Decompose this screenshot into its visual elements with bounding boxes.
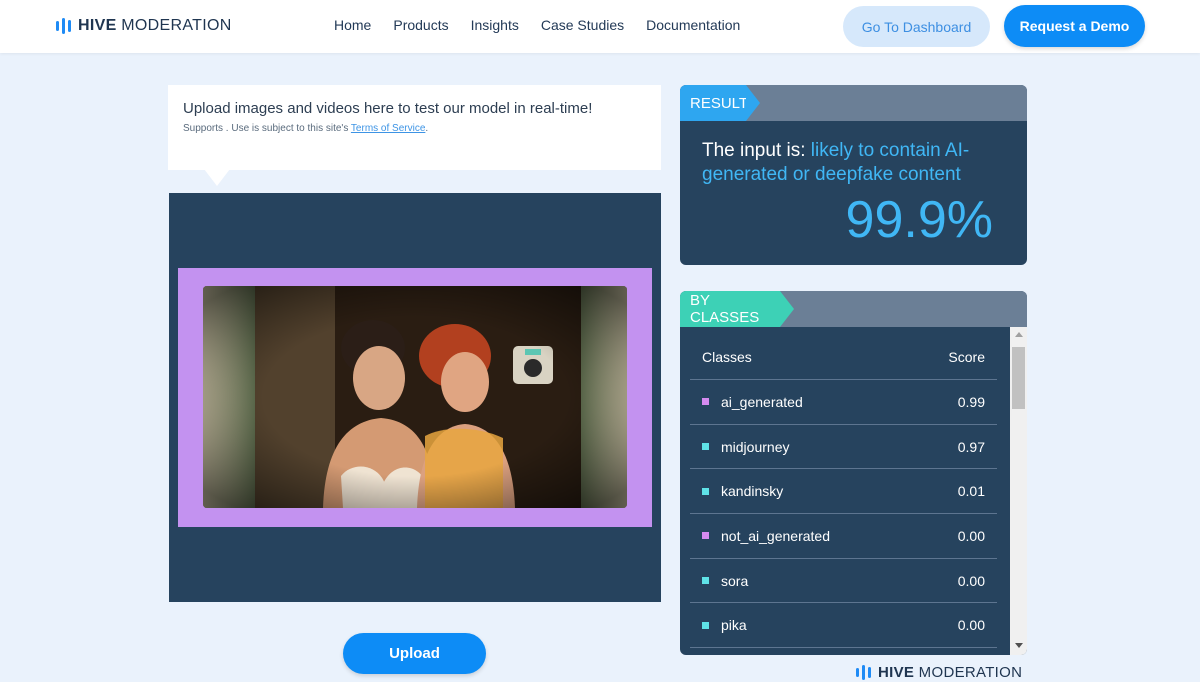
classes-scrollbar[interactable]: [1010, 327, 1027, 655]
col-score: Score: [948, 349, 985, 365]
class-color-swatch: [702, 398, 709, 406]
class-name: kandinsky: [702, 483, 783, 499]
go-to-dashboard-button[interactable]: Go To Dashboard: [843, 6, 990, 47]
table-row: pika 0.00: [690, 603, 997, 649]
result-tag: RESULT: [680, 85, 760, 121]
scroll-thumb[interactable]: [1012, 347, 1025, 409]
class-score: 0.99: [957, 393, 985, 410]
request-demo-button[interactable]: Request a Demo: [1004, 5, 1145, 47]
classes-table: Classes Score ai_generated 0.99 midjourney…: [690, 335, 997, 649]
photo-illustration: [203, 286, 627, 508]
class-score: 0.01: [957, 483, 985, 500]
class-label: kandinsky: [721, 483, 784, 500]
hive-logo[interactable]: HIVE MODERATION: [56, 16, 232, 36]
table-row: kandinsky 0.01: [690, 469, 997, 515]
scroll-up-icon[interactable]: [1015, 332, 1023, 337]
nav-case-studies[interactable]: Case Studies: [541, 17, 624, 33]
class-score: 0.00: [957, 572, 985, 589]
class-label: sora: [721, 572, 749, 589]
top-navbar: HIVE MODERATION Home Products Insights C…: [0, 0, 1200, 53]
class-color-swatch: [702, 621, 709, 629]
class-name: pika: [702, 617, 747, 633]
class-label: ai_generated: [721, 393, 803, 410]
class-name: sora: [702, 573, 748, 589]
col-classes: Classes: [702, 349, 752, 365]
class-label: midjourney: [721, 438, 790, 455]
uploaded-photo: [203, 286, 627, 508]
footer-logo: HIVE MODERATION: [856, 663, 1022, 681]
nav-products[interactable]: Products: [393, 17, 448, 33]
class-color-swatch: [702, 487, 709, 495]
upload-info-box: Upload images and videos here to test ou…: [168, 85, 661, 170]
image-preview-panel: [169, 193, 661, 602]
classes-tag: BY CLASSES: [680, 291, 794, 327]
hive-logo-icon: [856, 664, 871, 680]
class-name: ai_generated: [702, 394, 803, 410]
table-row: midjourney 0.97: [690, 425, 997, 470]
table-row: sora 0.00: [690, 559, 997, 604]
nav-insights[interactable]: Insights: [471, 17, 519, 33]
result-score: 99.9%: [845, 191, 993, 249]
classes-panel-header: BY CLASSES: [680, 291, 1027, 327]
result-panel-header: RESULT: [680, 85, 1027, 121]
detection-frame: [178, 268, 652, 527]
logo-text: HIVE MODERATION: [78, 17, 232, 34]
table-row: ai_generated 0.99: [690, 380, 997, 425]
upload-supports-text: Supports . Use is subject to this site's…: [183, 123, 429, 134]
class-score: 0.00: [957, 617, 985, 634]
hive-logo-icon: [56, 18, 71, 34]
class-label: pika: [721, 617, 747, 634]
class-name: not_ai_generated: [702, 528, 830, 544]
main-nav: Home Products Insights Case Studies Docu…: [334, 17, 740, 33]
nav-home[interactable]: Home: [334, 17, 371, 33]
class-color-swatch: [702, 577, 709, 585]
class-score: 0.97: [957, 438, 985, 455]
upload-button[interactable]: Upload: [343, 633, 486, 674]
classes-panel: BY CLASSES Classes Score ai_generated 0.9…: [680, 291, 1027, 655]
class-label: not_ai_generated: [721, 527, 830, 544]
class-color-swatch: [702, 532, 709, 540]
table-row: not_ai_generated 0.00: [690, 514, 997, 559]
footer-logo-text: HIVE MODERATION: [878, 663, 1023, 681]
info-box-pointer: [204, 169, 230, 186]
class-name: midjourney: [702, 439, 789, 455]
nav-documentation[interactable]: Documentation: [646, 17, 740, 33]
result-text: The input is: likely to contain AI-gener…: [702, 140, 970, 185]
upload-title: Upload images and videos here to test ou…: [183, 100, 593, 117]
class-score: 0.00: [957, 527, 985, 544]
scroll-down-icon[interactable]: [1015, 643, 1023, 648]
table-header: Classes Score: [690, 335, 997, 380]
result-panel: RESULT The input is: likely to contain A…: [680, 85, 1027, 265]
class-color-swatch: [702, 443, 709, 451]
terms-of-service-link[interactable]: Terms of Service: [351, 123, 425, 134]
